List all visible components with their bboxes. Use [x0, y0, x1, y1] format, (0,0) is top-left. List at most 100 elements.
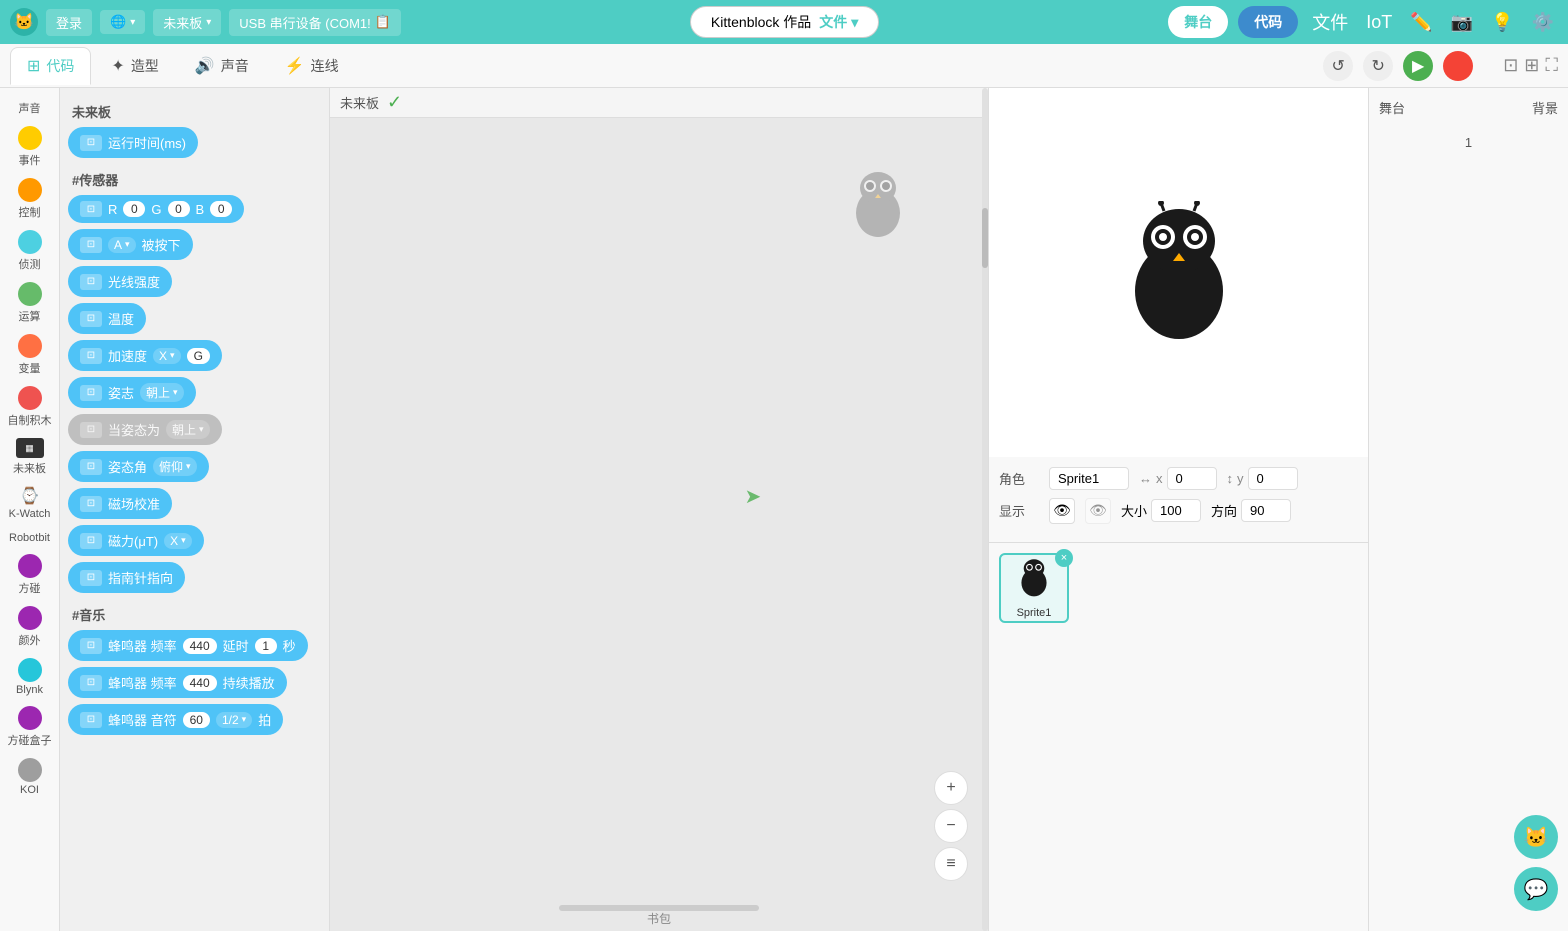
block-compass-label: 指南针指向: [108, 568, 173, 587]
sidebar-item-variable[interactable]: 变量: [4, 330, 56, 380]
block-buzzer3[interactable]: ⊡ 蜂鸣器 音符 60 1/2 ▾ 拍: [68, 704, 283, 735]
layout-2-icon[interactable]: ⊞: [1524, 55, 1539, 76]
block-accel[interactable]: ⊡ 加速度 X ▾ G: [68, 340, 222, 371]
block-btn-pressed[interactable]: ⊡ A ▾ 被按下: [68, 229, 193, 260]
canvas-scrollbar[interactable]: [982, 88, 988, 931]
fullscreen-icon[interactable]: ⛶: [1545, 55, 1558, 76]
sidebar-item-event[interactable]: 事件: [4, 122, 56, 172]
sprite-name-input[interactable]: [1049, 467, 1129, 490]
direction-label-text: 方向: [1211, 501, 1237, 520]
block-runtime-icon: ⊡: [80, 135, 102, 151]
board-button[interactable]: 未来板 ▾: [153, 9, 221, 36]
block-btn-dropdown[interactable]: A ▾: [108, 237, 136, 253]
redo-button[interactable]: ↻: [1363, 51, 1393, 81]
block-magcal[interactable]: ⊡ 磁场校准: [68, 488, 172, 519]
settings-icon[interactable]: ⚙️: [1528, 8, 1558, 37]
tab-shape[interactable]: ✦ 造型: [95, 48, 174, 84]
zoom-in-button[interactable]: +: [934, 771, 968, 805]
block-row-buzzer3: ⊡ 蜂鸣器 音符 60 1/2 ▾ 拍: [68, 704, 321, 735]
block-magcal-label: 磁场校准: [108, 494, 160, 513]
block-compass[interactable]: ⊡ 指南针指向: [68, 562, 185, 593]
light-icon[interactable]: 💡: [1487, 8, 1517, 37]
sidebar-item-cubebox[interactable]: 方碰盒子: [4, 702, 56, 752]
edit-icon[interactable]: ✏️: [1406, 8, 1436, 37]
block-mag[interactable]: ⊡ 磁力(μT) X ▾: [68, 525, 204, 556]
login-button[interactable]: 登录: [46, 9, 92, 36]
eye-hidden-button[interactable]: 👁: [1085, 498, 1111, 524]
y-input[interactable]: [1248, 467, 1298, 490]
block-rgb-b-label: B: [196, 202, 205, 217]
device-button[interactable]: USB 串行设备 (COM1! 📋: [229, 9, 401, 36]
block-buzzer1-freq: 440: [183, 638, 217, 654]
block-runtime[interactable]: ⊡ 运行时间(ms): [68, 127, 198, 158]
block-light[interactable]: ⊡ 光线强度: [68, 266, 172, 297]
x-input[interactable]: [1167, 467, 1217, 490]
sidebar-blynk-dot: [18, 658, 42, 682]
file-button[interactable]: 文件 ▾: [819, 12, 858, 32]
green-flag-button[interactable]: ▶: [1403, 51, 1433, 81]
block-posture[interactable]: ⊡ 姿志 朝上 ▾: [68, 377, 196, 408]
block-postureangle-dropdown[interactable]: 俯仰 ▾: [153, 457, 197, 476]
tab-connect[interactable]: ⚡ 连线: [269, 48, 355, 84]
block-temp[interactable]: ⊡ 温度: [68, 303, 146, 334]
block-buzzer1-icon: ⊡: [80, 638, 102, 654]
file-menu-icon[interactable]: 文件: [1308, 5, 1352, 39]
block-rgb[interactable]: ⊡ R 0 G 0 B 0: [68, 195, 244, 223]
stage-mode-button[interactable]: 舞台: [1168, 6, 1228, 38]
code-mode-button[interactable]: 代码: [1238, 6, 1298, 38]
sidebar-item-outdoor[interactable]: 颜外: [4, 602, 56, 652]
sidebar-item-sound[interactable]: 声音: [4, 96, 56, 120]
canvas-owl: [848, 168, 908, 241]
zoom-out-button[interactable]: −: [934, 809, 968, 843]
stop-button[interactable]: [1443, 51, 1473, 81]
zoom-reset-button[interactable]: ≡: [934, 847, 968, 881]
sidebar-item-detect[interactable]: 侦测: [4, 226, 56, 276]
globe-button[interactable]: 🌐 ▾: [100, 10, 145, 34]
canvas-scrollbar-thumb: [982, 208, 988, 268]
sidebar-cube-label: 方碰: [19, 580, 41, 596]
layout-1-icon[interactable]: ⊡: [1503, 55, 1518, 76]
sidebar-variable-label: 变量: [19, 360, 41, 376]
canvas-footer: 书包: [647, 910, 671, 927]
add-sprite-button[interactable]: 🐱: [1514, 815, 1558, 859]
chat-button[interactable]: 💬: [1514, 867, 1558, 911]
sidebar-item-futureboard[interactable]: ▦ 未来板: [4, 434, 56, 480]
block-buzzer1[interactable]: ⊡ 蜂鸣器 频率 440 延时 1 秒: [68, 630, 308, 661]
size-input[interactable]: [1151, 499, 1201, 522]
sidebar-item-blynk[interactable]: Blynk: [4, 654, 56, 700]
sidebar-robotbit-label: Robotbit: [9, 532, 50, 544]
camera-icon[interactable]: 📷: [1447, 8, 1477, 37]
block-buzzer3-beat[interactable]: 1/2 ▾: [216, 712, 252, 728]
sidebar-item-compute[interactable]: 运算: [4, 278, 56, 328]
block-magcal-icon: ⊡: [80, 496, 102, 512]
iot-icon[interactable]: IoT: [1362, 8, 1396, 37]
sprite-delete-button[interactable]: ×: [1055, 549, 1073, 567]
direction-input[interactable]: [1241, 499, 1291, 522]
block-accel-axis[interactable]: X ▾: [153, 348, 181, 364]
block-row-buzzer2: ⊡ 蜂鸣器 频率 440 持续播放: [68, 667, 321, 698]
sidebar-item-kwatch[interactable]: ⌚ K-Watch: [4, 482, 56, 524]
block-compass-icon: ⊡: [80, 570, 102, 586]
tab-sound[interactable]: 🔊 声音: [179, 48, 265, 84]
direction-group: 方向: [1211, 499, 1291, 522]
block-postureangle[interactable]: ⊡ 姿态角 俯仰 ▾: [68, 451, 209, 482]
sidebar-outdoor-label: 颜外: [19, 632, 41, 648]
sidebar-item-custom[interactable]: 自制积木: [4, 382, 56, 432]
sidebar-item-koi[interactable]: KOI: [4, 754, 56, 800]
block-buzzer2[interactable]: ⊡ 蜂鸣器 频率 440 持续播放: [68, 667, 287, 698]
block-accel-val: G: [187, 348, 210, 364]
sidebar-koi-dot: [18, 758, 42, 782]
sidebar-item-control[interactable]: 控制: [4, 174, 56, 224]
block-posture-active[interactable]: ⊡ 当姿态为 朝上 ▾: [68, 414, 222, 445]
block-posture-dropdown[interactable]: 朝上 ▾: [140, 383, 184, 402]
sprite-thumb-1[interactable]: × Sprite1: [999, 553, 1069, 623]
tab-code[interactable]: ⊞ 代码: [10, 47, 91, 85]
eye-visible-button[interactable]: 👁: [1049, 498, 1075, 524]
sidebar-item-robotbit[interactable]: Robotbit: [4, 526, 56, 548]
sprite-label-text: 角色: [999, 469, 1039, 488]
block-mag-dropdown[interactable]: X ▾: [164, 533, 192, 549]
sidebar-item-cube[interactable]: 方碰: [4, 550, 56, 600]
undo-button[interactable]: ↺: [1323, 51, 1353, 81]
block-posture-icon: ⊡: [80, 385, 102, 401]
block-posture-active-dropdown[interactable]: 朝上 ▾: [166, 420, 210, 439]
